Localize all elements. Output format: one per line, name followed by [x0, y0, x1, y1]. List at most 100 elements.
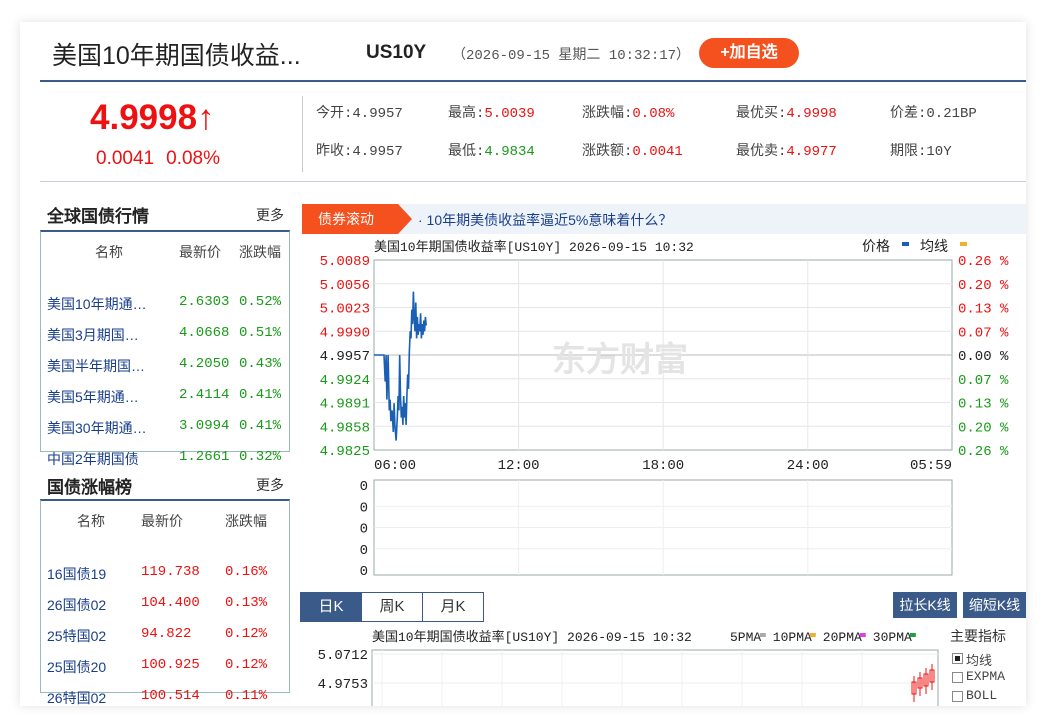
stat-value: 0.08% [632, 106, 675, 122]
indicator-label: EXPMA [966, 669, 1006, 684]
quote-stats: 今开:4.9957 最高:5.0039 涨跌幅:0.08% 最优买:4.9998 价差:… [316, 102, 1026, 178]
y-tick-left: 5.0023 [320, 302, 370, 318]
stat-item: 昨收:4.9957 [316, 140, 403, 160]
stat-label: 期限: [890, 144, 927, 160]
row-name: 26特国02 [47, 690, 107, 706]
stat-item: 价差:0.21BP [890, 102, 977, 122]
legend-label: 均线 [920, 239, 948, 256]
indicator-label: BOLL [966, 688, 998, 703]
table-row[interactable]: 16国债19 119.738 0.16% [41, 564, 289, 595]
volume-y-tick: 0 [360, 564, 368, 579]
table-row[interactable]: 26特国02 100.514 0.11% [41, 688, 289, 706]
table-row[interactable]: 25国债20 100.925 0.12% [41, 657, 289, 688]
col-header-price: 最新价 [141, 513, 183, 529]
indicator-option[interactable]: EXPMA [950, 669, 1006, 688]
y-tick-right: 0.07 % [958, 373, 1009, 389]
tab-weekly-k[interactable]: 周K [361, 592, 423, 622]
indicator-checkbox[interactable] [952, 691, 963, 702]
row-change: 0.11% [225, 688, 268, 704]
change-value: 0.0041 [96, 148, 155, 169]
gainers-table: 名称 最新价 涨跌幅 16国债19 119.738 0.16% 26国债02 104.4… [40, 499, 290, 706]
indicator-label: 均线 [966, 654, 993, 669]
stat-label: 最优卖: [736, 144, 787, 160]
shrink-kline-button[interactable]: 缩短K线 [963, 592, 1026, 618]
col-header-price: 最新价 [179, 244, 221, 260]
y-tick-right: 0.20 % [958, 278, 1009, 294]
row-price: 100.514 [141, 688, 200, 704]
indicator-option[interactable]: BOLL [950, 688, 1006, 706]
legend-swatch [909, 633, 916, 637]
add-watchlist-button[interactable]: +加自选 [699, 38, 799, 68]
page-frame: 美国10年期国债收益... US10Y （2026-09-15 星期二 10:3… [20, 22, 1026, 706]
row-change: 0.41% [239, 418, 282, 434]
row-price: 3.0994 [179, 418, 230, 434]
stat-value: 0.21BP [926, 106, 977, 122]
gainers-more-link[interactable]: 更多 [256, 475, 284, 495]
y-tick-right: 0.13 % [958, 302, 1009, 318]
row-change: 0.51% [239, 325, 282, 341]
row-name: 美国30年期通… [47, 420, 147, 436]
indicator-checkbox[interactable] [952, 653, 963, 664]
security-name: 美国10年期国债收益... [52, 42, 301, 70]
row-name: 16国债19 [47, 566, 107, 582]
row-name: 中国2年期国债 [47, 451, 139, 467]
row-price: 94.822 [141, 626, 192, 642]
y-tick-left: 4.9825 [320, 444, 370, 460]
stat-item: 涨跌幅:0.08% [582, 102, 674, 122]
indicator-option[interactable]: 均线 [950, 650, 1006, 669]
y-tick-left: 4.9957 [320, 349, 370, 365]
y-tick-right: 0.07 % [958, 325, 1009, 341]
row-name: 26国债02 [47, 597, 107, 613]
row-price: 104.400 [141, 595, 200, 611]
stat-label: 涨跌幅: [582, 106, 633, 122]
table-row[interactable]: 25特国02 94.822 0.12% [41, 626, 289, 657]
stat-value: 10Y [926, 144, 952, 160]
ticker-news-link[interactable]: · 10年期美债收益率逼近5%意味着什么？ [418, 210, 672, 230]
table-row[interactable]: 美国30年期通… 3.0994 0.41% [41, 418, 289, 449]
stat-item: 今开:4.9957 [316, 102, 403, 122]
indicator-checkbox[interactable] [952, 672, 963, 683]
y-tick-left: 5.0089 [320, 254, 370, 270]
y-tick-left: 5.0056 [320, 278, 370, 294]
table-row[interactable]: 美国10年期通… 2.6303 0.52% [41, 294, 289, 325]
row-name: 美国5年期通… [47, 389, 139, 405]
y-tick-right: 0.26 % [958, 254, 1009, 270]
table-row[interactable]: 美国3月期国… 4.0668 0.51% [41, 325, 289, 356]
table-row[interactable]: 26国债02 104.400 0.13% [41, 595, 289, 626]
table-row[interactable]: 美国半年期国… 4.2050 0.43% [41, 356, 289, 387]
y-tick-left: 4.9891 [320, 397, 370, 413]
stat-label: 昨收: [316, 144, 353, 160]
up-arrow-icon: ↑ [197, 98, 215, 137]
row-change: 0.43% [239, 356, 282, 372]
stat-label: 价差: [890, 106, 927, 122]
legend-swatch [759, 633, 766, 637]
stat-item: 最优卖:4.9977 [736, 140, 837, 160]
stat-value: 0.0041 [632, 144, 683, 160]
stat-item: 最优买:4.9998 [736, 102, 837, 122]
kline-y-tick: 5.0712 [318, 648, 368, 664]
stat-item: 最低:4.9834 [448, 140, 535, 160]
volume-y-tick: 0 [360, 522, 368, 538]
col-header-change: 涨跌幅 [239, 244, 281, 260]
stat-label: 涨跌额: [582, 144, 633, 160]
table-row[interactable]: 美国5年期通… 2.4114 0.41% [41, 387, 289, 418]
kline-chart-title: 美国10年期国债收益率[US10Y] 2026-09-15 10:32 [372, 629, 692, 645]
stretch-kline-button[interactable]: 拉长K线 [893, 592, 957, 618]
tab-daily-k[interactable]: 日K [300, 592, 362, 622]
row-price: 4.2050 [179, 356, 230, 372]
kline-y-tick: 4.9753 [318, 677, 368, 693]
global-bonds-more-link[interactable]: 更多 [256, 205, 284, 225]
stat-item: 最高:5.0039 [448, 102, 535, 122]
kline-legend: 5PMA 10PMA 20PMA 30PMA [730, 630, 916, 645]
watermark: 东方财富 [552, 340, 688, 382]
y-tick-right: 0.00 % [958, 349, 1009, 365]
kline-chart[interactable]: 美国10年期国债收益率[US10Y] 2026-09-15 10:32 5PMA… [302, 624, 942, 706]
intraday-chart[interactable]: 美国10年期国债收益率[US10Y] 2026-09-15 10:32 价格 均线… [302, 234, 1026, 579]
stat-value: 4.9998 [786, 106, 837, 122]
stat-label: 今开: [316, 106, 353, 122]
row-price: 100.925 [141, 657, 200, 673]
x-tick: 06:00 [374, 458, 416, 474]
legend-swatch [960, 242, 967, 246]
global-bonds-title: 全球国债行情 [47, 207, 149, 226]
tab-monthly-k[interactable]: 月K [422, 592, 484, 622]
